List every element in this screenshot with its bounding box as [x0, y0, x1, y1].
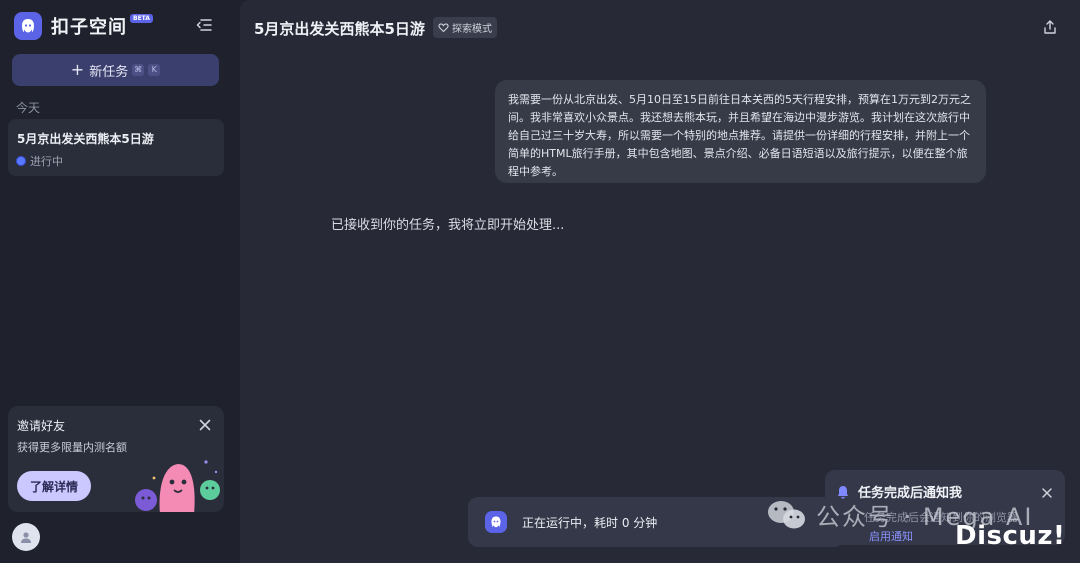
task-status: 进行中	[17, 153, 215, 169]
main-panel: 5月京出发关西熊本5日游 探索模式 我需要一份从北京出发、5月10日至15日前往…	[240, 0, 1080, 563]
share-icon[interactable]	[1042, 19, 1058, 35]
notify-subtitle: 任务完成后会通知到你的浏览器	[864, 511, 1018, 524]
agent-icon	[485, 511, 507, 533]
running-status-bar: 正在运行中，耗时 0 分钟	[468, 497, 844, 547]
invite-title: 邀请好友	[17, 419, 66, 433]
notify-header: 任务完成后通知我	[835, 482, 1055, 501]
user-icon	[21, 532, 31, 543]
mascot-illustration	[130, 452, 224, 512]
shortcut-key: ⌘	[132, 64, 145, 76]
notify-title: 任务完成后通知我	[858, 486, 963, 501]
beta-badge: BETA	[130, 13, 153, 23]
app-logo-icon	[14, 12, 42, 40]
status-dot-icon	[17, 157, 25, 165]
enable-notify-link[interactable]: 启用通知	[869, 528, 1055, 544]
invite-card: 邀请好友 获得更多限量内测名额 了解详情	[8, 406, 224, 512]
close-icon[interactable]	[1041, 484, 1053, 498]
notify-popup: 任务完成后通知我 任务完成后会通知到你的浏览器 启用通知	[825, 470, 1065, 545]
heart-icon	[438, 23, 449, 33]
bell-icon	[837, 485, 849, 499]
user-message-bubble: 我需要一份从北京出发、5月10日至15日前往日本关西的5天行程安排，预算在1万元…	[495, 80, 986, 183]
sidebar: 扣子空间 BETA + 新任务 ⌘ K 今天 5月京出发关西熊本5日游 进行中 …	[0, 0, 232, 563]
mode-badge-label: 探索模式	[452, 24, 492, 35]
running-status-text: 正在运行中，耗时 0 分钟	[522, 515, 658, 530]
task-list-item[interactable]: 5月京出发关西熊本5日游 进行中	[8, 119, 224, 176]
new-task-label: 新任务	[89, 64, 129, 80]
app-name: 扣子空间	[51, 17, 127, 38]
page-title: 5月京出发关西熊本5日游	[254, 20, 425, 38]
close-icon[interactable]	[198, 417, 212, 431]
task-status-label: 进行中	[30, 155, 63, 168]
shortcut-key: K	[148, 64, 161, 76]
task-title: 5月京出发关西熊本5日游	[17, 132, 154, 146]
assistant-reply: 已接收到你的任务，我将立即开始处理...	[331, 218, 565, 233]
collapse-sidebar-icon[interactable]	[195, 17, 213, 33]
plus-icon: +	[70, 60, 85, 79]
user-avatar[interactable]	[12, 523, 40, 551]
new-task-button[interactable]: + 新任务 ⌘ K	[12, 54, 219, 86]
learn-more-button[interactable]: 了解详情	[17, 471, 91, 501]
brand[interactable]: 扣子空间 BETA	[14, 12, 153, 40]
section-label-today: 今天	[16, 101, 41, 115]
explore-mode-badge[interactable]: 探索模式	[433, 17, 497, 38]
